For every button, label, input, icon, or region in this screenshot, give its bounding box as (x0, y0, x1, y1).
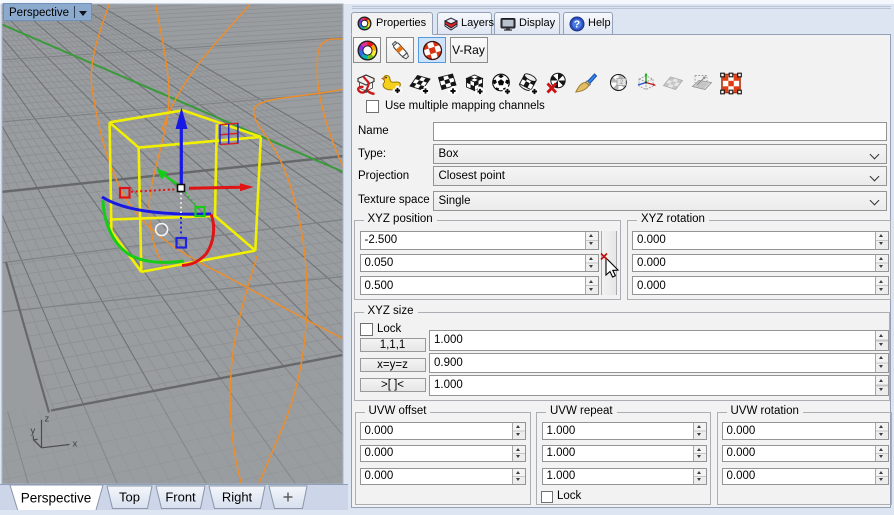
svg-text:Top: Top (119, 490, 140, 505)
svg-text:?: ? (574, 19, 580, 31)
svg-text:x: x (73, 439, 78, 450)
svg-text:Right: Right (222, 490, 253, 505)
svg-text:y: y (31, 426, 36, 437)
svg-text:Front: Front (165, 490, 196, 505)
svg-text:Perspective: Perspective (21, 491, 92, 506)
svg-text:z: z (45, 414, 50, 425)
